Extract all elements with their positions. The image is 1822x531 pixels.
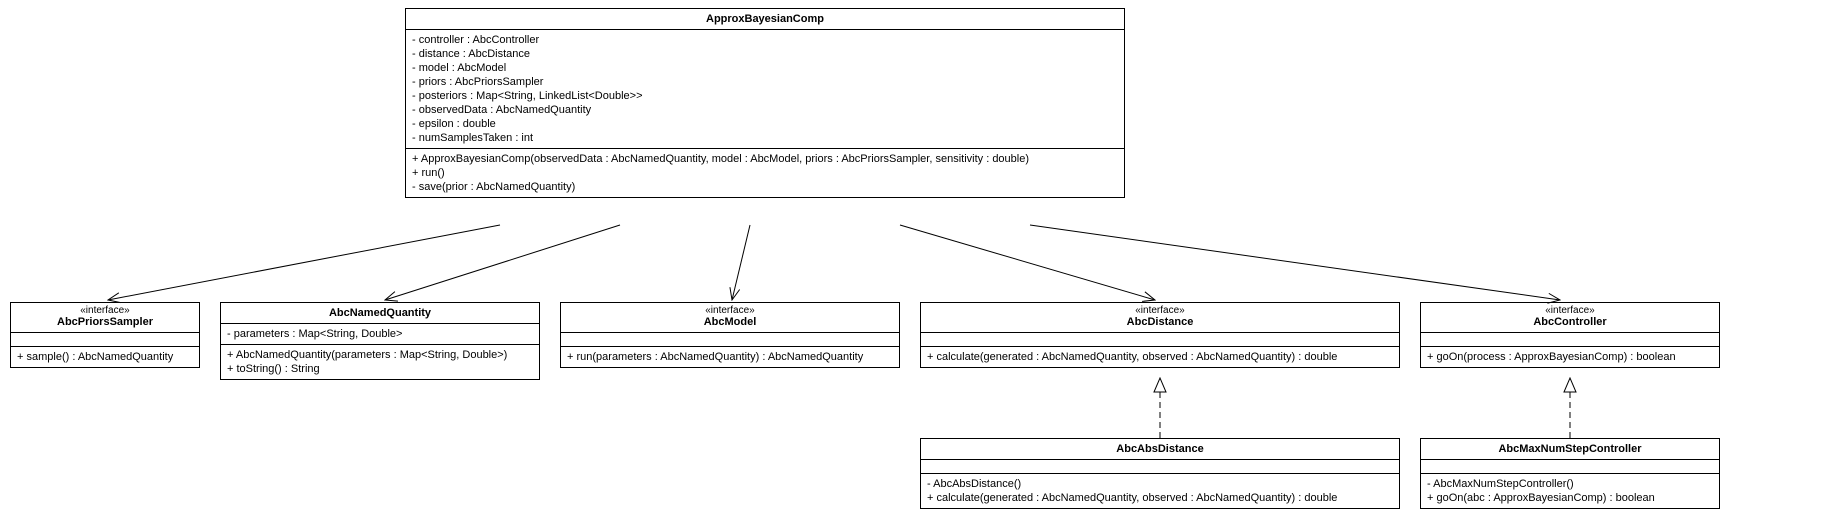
attr: - parameters : Map<String, Double>: [227, 327, 533, 341]
attr: - epsilon : double: [412, 117, 1118, 131]
operations: + AbcNamedQuantity(parameters : Map<Stri…: [221, 345, 539, 379]
operations: + ApproxBayesianComp(observedData : AbcN…: [406, 149, 1124, 197]
attributes: - parameters : Map<String, Double>: [221, 324, 539, 345]
class-name: AbcMaxNumStepController: [1421, 439, 1719, 460]
class-AbcPriorsSampler: «interface» AbcPriorsSampler + sample() …: [10, 302, 200, 368]
op: - save(prior : AbcNamedQuantity): [412, 180, 1118, 194]
attributes: [1421, 333, 1719, 347]
attributes: [561, 333, 899, 347]
op: - AbcAbsDistance(): [927, 477, 1393, 491]
operations: + sample() : AbcNamedQuantity: [11, 347, 199, 367]
op: + AbcNamedQuantity(parameters : Map<Stri…: [227, 348, 533, 362]
stereotype: «interface»: [11, 303, 199, 316]
attr: - controller : AbcController: [412, 33, 1118, 47]
attributes: [1421, 460, 1719, 474]
op: - AbcMaxNumStepController(): [1427, 477, 1713, 491]
class-name: AbcController: [1421, 316, 1719, 332]
stereotype: «interface»: [921, 303, 1399, 316]
stereotype: «interface»: [1421, 303, 1719, 316]
attr: - posteriors : Map<String, LinkedList<Do…: [412, 89, 1118, 103]
attr: - observedData : AbcNamedQuantity: [412, 103, 1118, 117]
class-name: AbcNamedQuantity: [221, 303, 539, 324]
class-AbcMaxNumStepController: AbcMaxNumStepController - AbcMaxNumStepC…: [1420, 438, 1720, 509]
class-name: ApproxBayesianComp: [406, 9, 1124, 30]
op: + toString() : String: [227, 362, 533, 376]
class-AbcModel: «interface» AbcModel + run(parameters : …: [560, 302, 900, 368]
op: + calculate(generated : AbcNamedQuantity…: [927, 491, 1393, 505]
class-AbcAbsDistance: AbcAbsDistance - AbcAbsDistance() + calc…: [920, 438, 1400, 509]
attributes: [11, 333, 199, 347]
op: + sample() : AbcNamedQuantity: [17, 350, 193, 364]
class-AbcNamedQuantity: AbcNamedQuantity - parameters : Map<Stri…: [220, 302, 540, 380]
edge-assoc-model: [732, 225, 750, 300]
class-ApproxBayesianComp: ApproxBayesianComp - controller : AbcCon…: [405, 8, 1125, 198]
edge-assoc-controller: [1030, 225, 1560, 300]
edge-assoc-distance: [900, 225, 1155, 300]
class-name: AbcAbsDistance: [921, 439, 1399, 460]
op: + calculate(generated : AbcNamedQuantity…: [927, 350, 1393, 364]
attributes: - controller : AbcController - distance …: [406, 30, 1124, 149]
attributes: [921, 460, 1399, 474]
attr: - numSamplesTaken : int: [412, 131, 1118, 145]
operations: + goOn(process : ApproxBayesianComp) : b…: [1421, 347, 1719, 367]
attributes: [921, 333, 1399, 347]
header: «interface» AbcModel: [561, 303, 899, 333]
op: + run(): [412, 166, 1118, 180]
attr: - model : AbcModel: [412, 61, 1118, 75]
header: «interface» AbcDistance: [921, 303, 1399, 333]
operations: + run(parameters : AbcNamedQuantity) : A…: [561, 347, 899, 367]
attr: - priors : AbcPriorsSampler: [412, 75, 1118, 89]
class-AbcController: «interface» AbcController + goOn(process…: [1420, 302, 1720, 368]
op: + goOn(abc : ApproxBayesianComp) : boole…: [1427, 491, 1713, 505]
operations: - AbcAbsDistance() + calculate(generated…: [921, 474, 1399, 508]
op: + ApproxBayesianComp(observedData : AbcN…: [412, 152, 1118, 166]
class-name: AbcPriorsSampler: [11, 316, 199, 332]
op: + run(parameters : AbcNamedQuantity) : A…: [567, 350, 893, 364]
edge-assoc-priors: [108, 225, 500, 300]
class-AbcDistance: «interface» AbcDistance + calculate(gene…: [920, 302, 1400, 368]
attr: - distance : AbcDistance: [412, 47, 1118, 61]
edge-assoc-named: [385, 225, 620, 300]
operations: + calculate(generated : AbcNamedQuantity…: [921, 347, 1399, 367]
op: + goOn(process : ApproxBayesianComp) : b…: [1427, 350, 1713, 364]
class-name: AbcModel: [561, 316, 899, 332]
operations: - AbcMaxNumStepController() + goOn(abc :…: [1421, 474, 1719, 508]
header: «interface» AbcController: [1421, 303, 1719, 333]
stereotype: «interface»: [561, 303, 899, 316]
class-name: AbcDistance: [921, 316, 1399, 332]
header: «interface» AbcPriorsSampler: [11, 303, 199, 333]
uml-canvas: ApproxBayesianComp - controller : AbcCon…: [0, 0, 1822, 531]
